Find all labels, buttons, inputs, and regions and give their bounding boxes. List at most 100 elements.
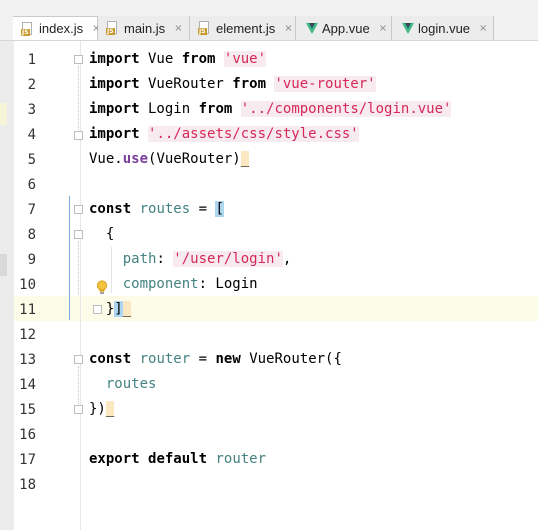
fold-toggle[interactable] [74,131,83,140]
line-number: 5 [27,152,36,168]
code-text: Vue [139,51,182,67]
code-text: VueRouter [139,76,233,92]
code-text: VueRouter({ [240,351,342,367]
code-text: } [89,301,115,317]
keyword: from [198,101,233,117]
variable: routes [105,376,157,392]
code-line-15[interactable]: })_ [89,397,115,422]
close-icon[interactable]: × [379,23,387,34]
code-text: }) [89,401,106,417]
variable: router [139,351,191,367]
variable: routes [139,201,191,217]
close-icon[interactable]: × [479,23,487,34]
line-number: 13 [19,352,36,368]
keyword: import [89,126,140,142]
matched-bracket: ] [114,301,123,317]
tab-label: main.js [124,20,166,36]
variable: router [215,451,267,467]
line-number: 4 [27,127,36,143]
code-line-5[interactable]: Vue.use(VueRouter)_ [89,147,250,172]
fold-toggle[interactable] [74,355,83,364]
line-number: 9 [27,252,36,268]
keyword: default [148,451,208,467]
vue-file-icon [402,22,414,34]
code-line-13[interactable]: const router = new VueRouter({ [89,347,342,372]
code-line-7[interactable]: const routes = [ [89,197,224,222]
line-number: 2 [27,77,36,93]
code-text: { [89,226,115,242]
code-line-9[interactable]: path: '/user/login', [89,247,291,272]
caret-marker: _ [240,151,250,167]
code-line-10[interactable]: component: Login [89,272,258,297]
code-text: = [190,201,216,217]
fold-toggle[interactable] [74,405,83,414]
keyword: new [215,351,241,367]
keyword: export [89,451,140,467]
keyword: from [181,51,216,67]
keyword: import [89,101,140,117]
keyword: const [89,351,132,367]
code-line-4[interactable]: import '../assets/css/style.css' [89,122,359,147]
line-number: 11 [19,302,36,318]
property-name: component [122,276,199,292]
tab-main-js[interactable]: JS main.js × [98,16,190,40]
strip-marker [0,254,7,276]
code-text: , [282,251,292,267]
code-line-17[interactable]: export default router [89,447,266,472]
code-line-8[interactable]: { [89,222,114,247]
close-icon[interactable]: × [284,23,292,34]
method-call: use [122,151,149,167]
tab-index-js[interactable]: JS index.js × [13,16,100,40]
line-number: 10 [19,277,36,293]
string-literal: '../assets/css/style.css' [148,126,359,142]
keyword: from [232,76,267,92]
tab-label: element.js [216,20,276,36]
fold-toggle[interactable] [74,205,83,214]
vue-file-icon [306,22,318,34]
tab-element-js[interactable]: JS element.js × [190,16,296,40]
scope-indicator [69,196,70,320]
line-number: 15 [19,402,36,418]
code-text: : [156,251,174,267]
close-icon[interactable]: × [174,23,182,34]
caret-marker: _ [105,401,115,417]
fold-toggle[interactable] [74,55,83,64]
line-number: 1 [27,52,36,68]
code-text: Vue. [89,151,123,167]
code-line-11[interactable]: }]_ [89,297,132,322]
code-line-14[interactable]: routes [89,372,157,397]
line-number: 8 [27,227,36,243]
line-number: 12 [19,327,36,343]
gutter-separator [80,41,81,530]
line-number: 18 [19,477,36,493]
string-literal: '../components/login.vue' [240,101,452,117]
fold-toggle[interactable] [74,230,83,239]
tab-label: login.vue [418,20,471,36]
code-line-1[interactable]: import Vue from 'vue' [89,47,267,72]
tab-label: App.vue [322,20,370,36]
tab-app-vue[interactable]: App.vue × [296,16,392,40]
fold-guide [78,366,79,404]
line-number: 7 [27,202,36,218]
fold-guide [78,241,79,295]
editor-tab-bar: JS index.js × JS main.js × JS element.js… [0,0,538,41]
code-line-3[interactable]: import Login from '../components/login.v… [89,97,452,122]
code-line-2[interactable]: import VueRouter from 'vue-router' [89,72,376,97]
code-text: Login [139,101,199,117]
line-number: 17 [19,452,36,468]
string-literal: 'vue-router' [274,76,376,92]
keyword: const [89,201,132,217]
line-number: 16 [19,427,36,443]
fold-guide [78,66,79,140]
js-file-icon: JS [21,21,34,36]
line-number: 3 [27,102,36,118]
property-name: path [122,251,157,267]
tab-login-vue[interactable]: login.vue × [392,16,494,40]
matched-bracket: [ [215,201,224,217]
